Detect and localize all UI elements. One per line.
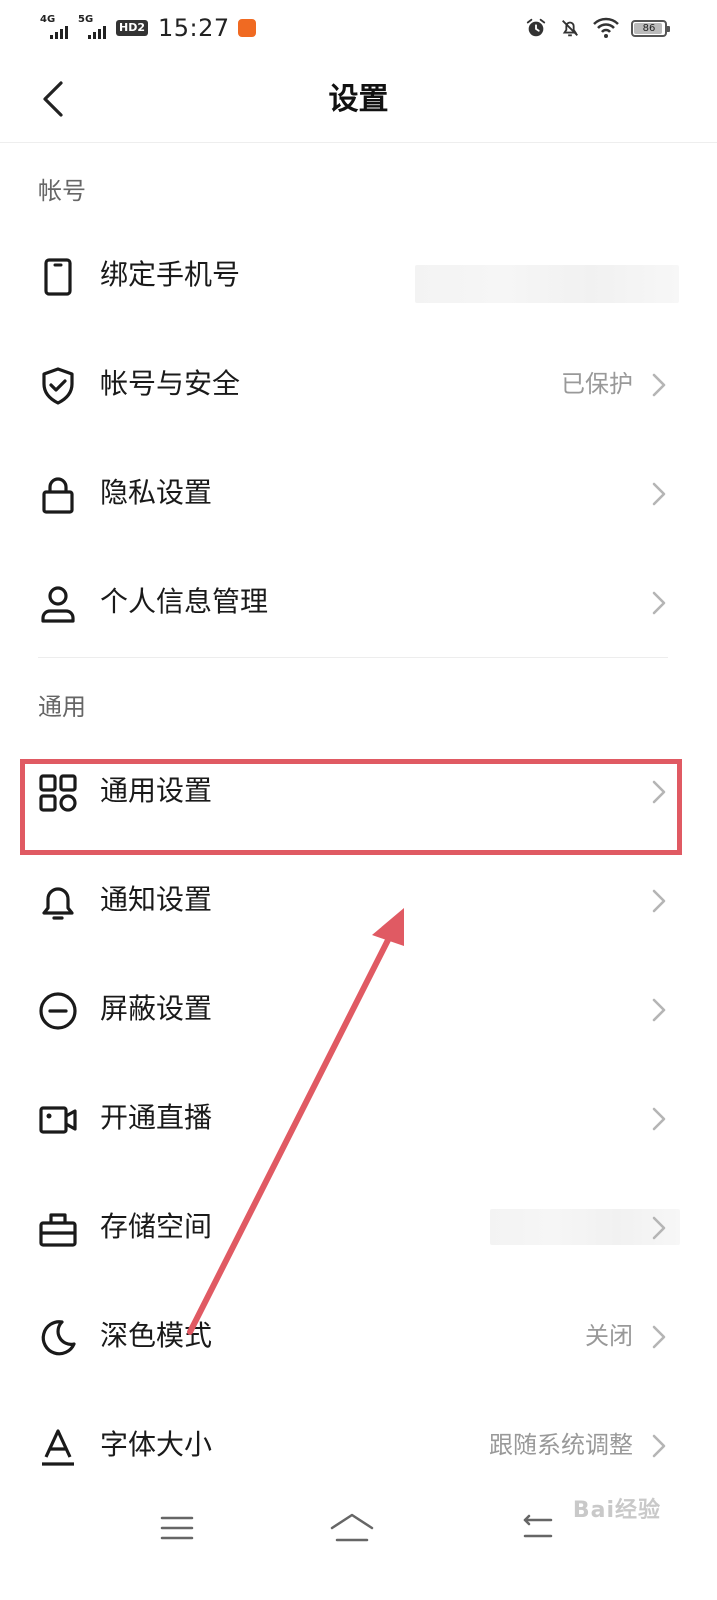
settings-row-block[interactable]: 屏蔽设置: [0, 955, 717, 1063]
chevron-right-icon: [652, 1434, 666, 1458]
settings-row-account-security[interactable]: 帐号与安全 已保护: [0, 330, 717, 438]
settings-row-label: 帐号与安全: [100, 367, 241, 400]
bell-icon: [42, 887, 74, 920]
storage-icon: [39, 1213, 77, 1247]
home-icon: [330, 1513, 374, 1542]
chevron-right-icon: [652, 373, 666, 397]
network-type-2: 5G: [78, 14, 94, 25]
chevron-right-icon: [652, 998, 666, 1022]
moon-icon: [41, 1320, 76, 1356]
settings-row-label: 个人信息管理: [100, 585, 269, 618]
highlight-box: [20, 759, 682, 855]
status-left: 4G 5G HD2 15:27: [40, 10, 256, 46]
settings-row-label: 隐私设置: [100, 476, 213, 509]
video-icon: [39, 1106, 77, 1134]
settings-row-font-size[interactable]: 字体大小 跟随系统调整: [0, 1391, 717, 1499]
settings-row-bind-phone[interactable]: 绑定手机号: [0, 221, 717, 329]
block-icon: [39, 992, 77, 1030]
settings-row-value: 已保护: [561, 370, 633, 398]
signal-5g-icon: 5G: [78, 15, 110, 41]
network-type-1: 4G: [40, 14, 56, 25]
settings-row-label: 深色模式: [100, 1319, 213, 1352]
chevron-right-icon: [652, 1107, 666, 1131]
lock-icon: [42, 477, 74, 514]
back-nav-icon: [523, 1514, 553, 1538]
chevron-right-icon: [652, 1325, 666, 1349]
wifi-icon: [593, 17, 619, 38]
settings-row-value: 跟随系统调整: [489, 1431, 633, 1459]
watermark: Bai经验: [572, 1498, 661, 1523]
shield-check-icon: [42, 367, 74, 405]
settings-row-label: 字体大小: [100, 1428, 213, 1461]
chevron-right-icon: [652, 482, 666, 506]
settings-row-live-stream[interactable]: 开通直播: [0, 1064, 717, 1172]
page-title: 设置: [328, 82, 389, 117]
chevron-right-icon: [652, 591, 666, 615]
status-bar: 4G 5G HD2 15:27 86: [0, 0, 717, 56]
alarm-icon: [526, 18, 546, 37]
settings-row-personal-info[interactable]: 个人信息管理: [0, 548, 717, 656]
status-time: 15:27: [158, 14, 230, 42]
status-right: 86: [525, 14, 670, 42]
chevron-right-icon: [652, 1216, 666, 1240]
settings-row-label: 开通直播: [100, 1101, 213, 1134]
settings-row-label: 存储空间: [100, 1210, 213, 1243]
battery-percent: 86: [642, 22, 656, 34]
section-title-general: 通用: [38, 693, 86, 721]
settings-row-storage[interactable]: 存储空间: [0, 1173, 717, 1281]
settings-row-notifications[interactable]: 通知设置: [0, 846, 717, 954]
home-nav-button[interactable]: [327, 1506, 377, 1550]
section-title-account: 帐号: [38, 177, 86, 205]
settings-row-label: 绑定手机号: [100, 258, 241, 291]
app-notification-icon: [237, 19, 256, 37]
menu-nav-button[interactable]: [152, 1506, 202, 1550]
masked-phone-number: [415, 265, 679, 303]
settings-row-label: 屏蔽设置: [100, 992, 213, 1025]
mute-icon: [562, 20, 578, 37]
phone-icon: [44, 258, 72, 296]
nav-header: 设置: [0, 56, 717, 143]
settings-row-privacy[interactable]: 隐私设置: [0, 439, 717, 547]
settings-row-value: 关闭: [585, 1322, 633, 1350]
signal-4g-icon: 4G: [40, 15, 72, 41]
settings-row-label: 通知设置: [100, 883, 213, 916]
back-nav-button[interactable]: [512, 1506, 562, 1550]
section-divider: [38, 657, 668, 658]
chevron-right-icon: [652, 889, 666, 913]
font-icon: [42, 1429, 74, 1466]
settings-row-dark-mode[interactable]: 深色模式 关闭: [0, 1282, 717, 1390]
battery-icon: 86: [631, 19, 670, 37]
user-icon: [41, 586, 75, 623]
menu-icon: [160, 1516, 194, 1540]
hd-voice-badge: HD2: [116, 20, 148, 36]
